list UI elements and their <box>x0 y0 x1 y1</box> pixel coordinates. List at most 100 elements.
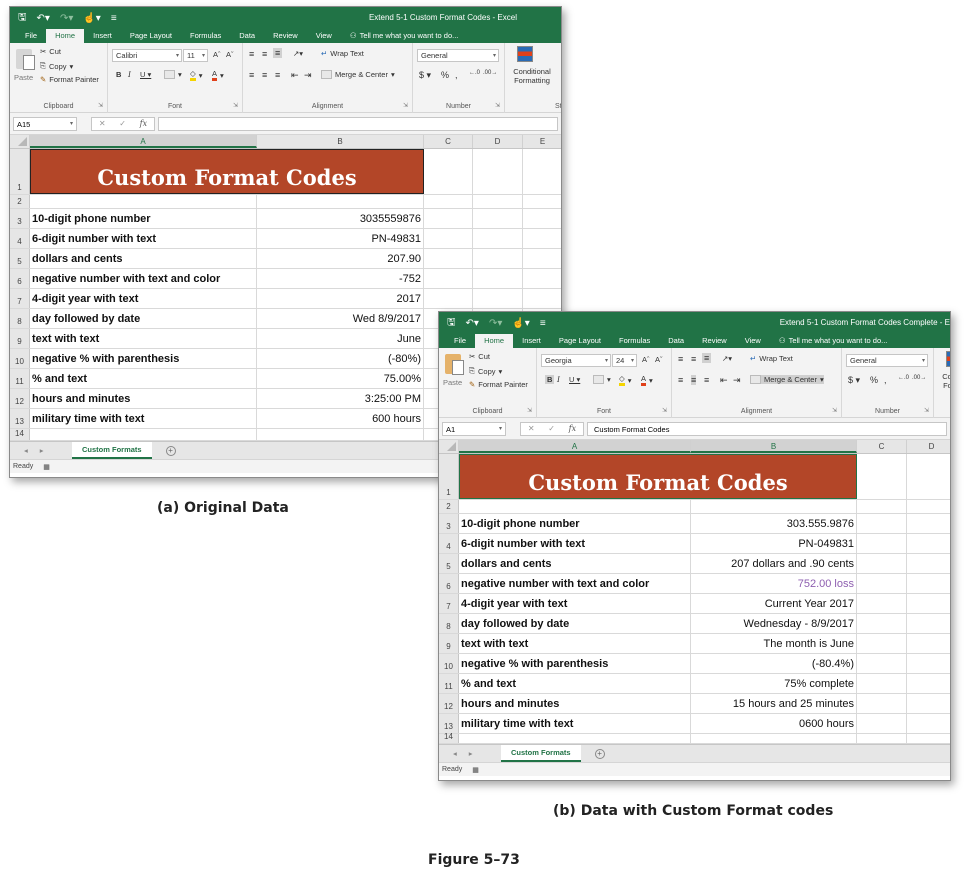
font-color-button[interactable]: A ▾ <box>212 69 224 81</box>
cell[interactable] <box>907 634 950 653</box>
row-header[interactable]: 2 <box>10 195 30 208</box>
cell[interactable] <box>857 534 907 553</box>
name-box[interactable]: A1 ▾ <box>442 421 506 436</box>
cell[interactable] <box>473 269 523 288</box>
cell[interactable] <box>907 574 950 593</box>
orientation-button[interactable]: ↗▾ <box>722 354 732 363</box>
cell[interactable] <box>907 734 950 743</box>
number-format-combo[interactable]: General ▾ <box>846 354 928 367</box>
value-cell[interactable]: 75% complete <box>691 674 857 693</box>
customize-qat-icon[interactable]: ≡ <box>540 318 546 329</box>
save-icon[interactable]: 🖫 <box>18 10 27 27</box>
wrap-text-button[interactable]: ↵ Wrap Text <box>750 354 793 363</box>
cell[interactable] <box>907 694 950 713</box>
value-cell[interactable]: 207 dollars and .90 cents <box>691 554 857 573</box>
conditional-formatting-button[interactable]: Conditional Formatting <box>509 67 555 85</box>
copy-button[interactable]: ⎘ Copy ▾ <box>469 366 502 376</box>
number-launcher-icon[interactable]: ⇲ <box>495 102 500 109</box>
cell[interactable] <box>424 149 473 194</box>
add-sheet-icon[interactable]: + <box>594 748 605 759</box>
bold-button[interactable]: B <box>116 70 121 79</box>
label-cell[interactable]: negative number with text and color <box>459 574 691 593</box>
borders-button[interactable]: ▾ <box>164 70 182 79</box>
insert-function-icon[interactable]: fx <box>569 424 576 433</box>
cell[interactable] <box>907 714 950 733</box>
row-header[interactable]: 1 <box>439 454 459 499</box>
bottom-align-icon[interactable]: ≡ <box>702 353 712 363</box>
cell[interactable] <box>424 289 473 308</box>
currency-button[interactable]: $ ▾ <box>848 375 860 386</box>
font-launcher-icon[interactable]: ⇲ <box>233 102 238 109</box>
cell[interactable] <box>857 614 907 633</box>
prev-sheet-icon[interactable]: ◂ <box>453 749 457 758</box>
tab-formulas[interactable]: Formulas <box>181 29 230 43</box>
cell[interactable] <box>30 195 257 208</box>
percent-button[interactable]: % <box>870 375 878 385</box>
align-left-icon[interactable]: ≡ <box>249 70 254 80</box>
cell[interactable] <box>857 554 907 573</box>
cell[interactable] <box>857 634 907 653</box>
macro-record-icon[interactable]: ▦ <box>472 766 479 774</box>
value-cell[interactable]: 600 hours <box>257 409 424 428</box>
row-header[interactable]: 12 <box>10 389 30 408</box>
cell[interactable] <box>459 500 691 513</box>
cell[interactable] <box>857 500 907 513</box>
cell[interactable] <box>907 614 950 633</box>
align-center-icon[interactable]: ≡ <box>691 375 697 385</box>
tell-me-box[interactable]: ⚇ Tell me what you want to do... <box>770 334 897 348</box>
formula-input[interactable] <box>158 116 558 131</box>
paste-icon[interactable] <box>16 49 35 70</box>
cancel-icon[interactable]: ✕ <box>99 119 106 128</box>
label-cell[interactable]: 10-digit phone number <box>459 514 691 533</box>
decrease-decimal-button[interactable]: .00→ <box>912 375 926 381</box>
cell[interactable] <box>857 674 907 693</box>
column-header-a[interactable]: A <box>30 135 257 148</box>
cell[interactable] <box>857 694 907 713</box>
decrease-indent-icon[interactable]: ⇤ <box>720 375 728 386</box>
cancel-icon[interactable]: ✕ <box>528 424 535 433</box>
row-header[interactable]: 9 <box>10 329 30 348</box>
sheet-tab-custom-formats[interactable]: Custom Formats <box>72 442 152 459</box>
value-cell[interactable]: (-80.4%) <box>691 654 857 673</box>
font-name-combo[interactable]: Georgia ▾ <box>541 354 611 367</box>
borders-button[interactable]: ▾ <box>593 375 611 384</box>
row-header[interactable]: 13 <box>439 714 459 733</box>
fill-color-button[interactable]: ◇ ▾ <box>619 374 632 386</box>
tab-formulas[interactable]: Formulas <box>610 334 659 348</box>
row-header[interactable]: 1 <box>10 149 30 194</box>
add-sheet-icon[interactable]: + <box>165 445 176 456</box>
alignment-launcher-icon[interactable]: ⇲ <box>403 102 408 109</box>
cell[interactable] <box>691 734 857 743</box>
value-cell[interactable]: (-80%) <box>257 349 424 368</box>
label-cell[interactable]: text with text <box>459 634 691 653</box>
prev-sheet-icon[interactable]: ◂ <box>24 446 28 455</box>
percent-button[interactable]: % <box>441 70 449 80</box>
row-header[interactable]: 8 <box>439 614 459 633</box>
cell[interactable] <box>857 574 907 593</box>
tab-file[interactable]: File <box>16 29 46 43</box>
title-cell[interactable]: Custom Format Codes <box>459 454 857 499</box>
middle-align-icon[interactable]: ≡ <box>262 49 267 59</box>
next-sheet-icon[interactable]: ▸ <box>469 749 473 758</box>
column-header-b[interactable]: B <box>257 135 424 148</box>
next-sheet-icon[interactable]: ▸ <box>40 446 44 455</box>
cell[interactable] <box>523 269 561 288</box>
select-all-button[interactable] <box>439 440 459 453</box>
tab-home[interactable]: Home <box>475 334 514 348</box>
cell[interactable] <box>473 249 523 268</box>
row-header[interactable]: 11 <box>439 674 459 693</box>
paste-icon[interactable] <box>445 354 464 375</box>
value-cell[interactable]: PN-49831 <box>257 229 424 248</box>
number-format-combo[interactable]: General ▾ <box>417 49 499 62</box>
top-align-icon[interactable]: ≡ <box>678 354 683 364</box>
top-align-icon[interactable]: ≡ <box>249 49 254 59</box>
number-launcher-icon[interactable]: ⇲ <box>924 407 929 414</box>
row-header[interactable]: 7 <box>10 289 30 308</box>
title-cell[interactable]: Custom Format Codes <box>30 149 424 194</box>
column-header-a[interactable]: A <box>459 440 691 453</box>
merge-center-button[interactable]: Merge & Center ▾ <box>321 70 395 79</box>
tab-review[interactable]: Review <box>264 29 307 43</box>
tab-home[interactable]: Home <box>46 29 85 43</box>
label-cell[interactable]: hours and minutes <box>30 389 257 408</box>
column-header-b[interactable]: B <box>691 440 857 453</box>
